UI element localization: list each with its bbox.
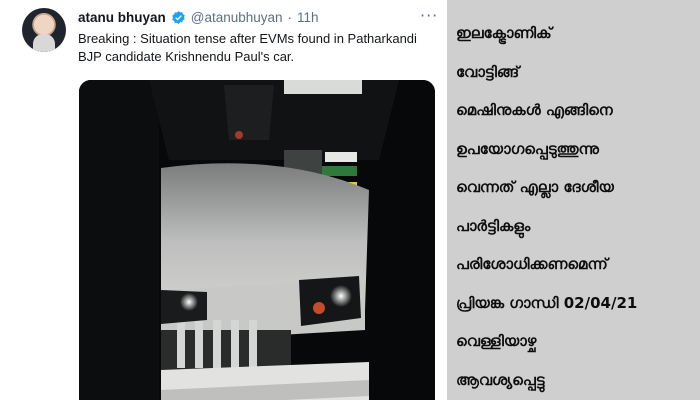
caption-line: മെഷിനുകൾ എങ്ങിനെ [456,101,613,119]
caption-panel: ഇലക്ട്രോണിക് വോട്ടിങ്ങ് മെഷിനുകൾ എങ്ങിനെ… [447,0,700,400]
tweet-text-line: Breaking : Situation tense after EVMs fo… [78,31,417,46]
caption-line: വെള്ളിയാഴ്ച [456,332,537,350]
caption-line: ഉപയോഗപ്പെടുത്തുന്നു [456,139,599,158]
caption-line: ഇലക്ട്രോണിക് [456,24,552,42]
tweet-text-line: BJP candidate Krishnendu Paul's car. [78,49,295,64]
caption-line: പ്രിയങ്ക ഗാന്ധി 02/04/21 [456,293,638,312]
more-options-icon[interactable]: ··· [420,6,438,25]
caption-text: ഇലക്ട്രോണിക് വോട്ടിങ്ങ് മെഷിനുകൾ എങ്ങിനെ… [456,14,696,399]
caption-line: പരിശോധിക്കണമെന്ന് [456,255,608,273]
video-thumbnail[interactable] [79,80,435,400]
caption-line: ആവശ്യപ്പെട്ടു [456,370,545,389]
tweet-card: atanu bhuyan @atanubhuyan · 11h ··· Brea… [0,0,447,400]
caption-line: വോട്ടിങ്ങ് [456,62,520,81]
tweet-text: Breaking : Situation tense after EVMs fo… [78,30,430,66]
car-night-scene [79,80,435,400]
display-name[interactable]: atanu bhuyan [78,10,166,25]
verified-icon [172,10,185,24]
tweet-header: atanu bhuyan @atanubhuyan · 11h [78,8,319,26]
timestamp[interactable]: 11h [297,10,319,25]
separator-dot: · [287,9,293,25]
caption-line: വെന്നത് എല്ലാ ദേശീയ [456,178,614,196]
avatar[interactable] [22,8,66,52]
handle[interactable]: @atanubhuyan [191,10,283,25]
caption-line: പാർട്ടികളും [456,216,531,235]
